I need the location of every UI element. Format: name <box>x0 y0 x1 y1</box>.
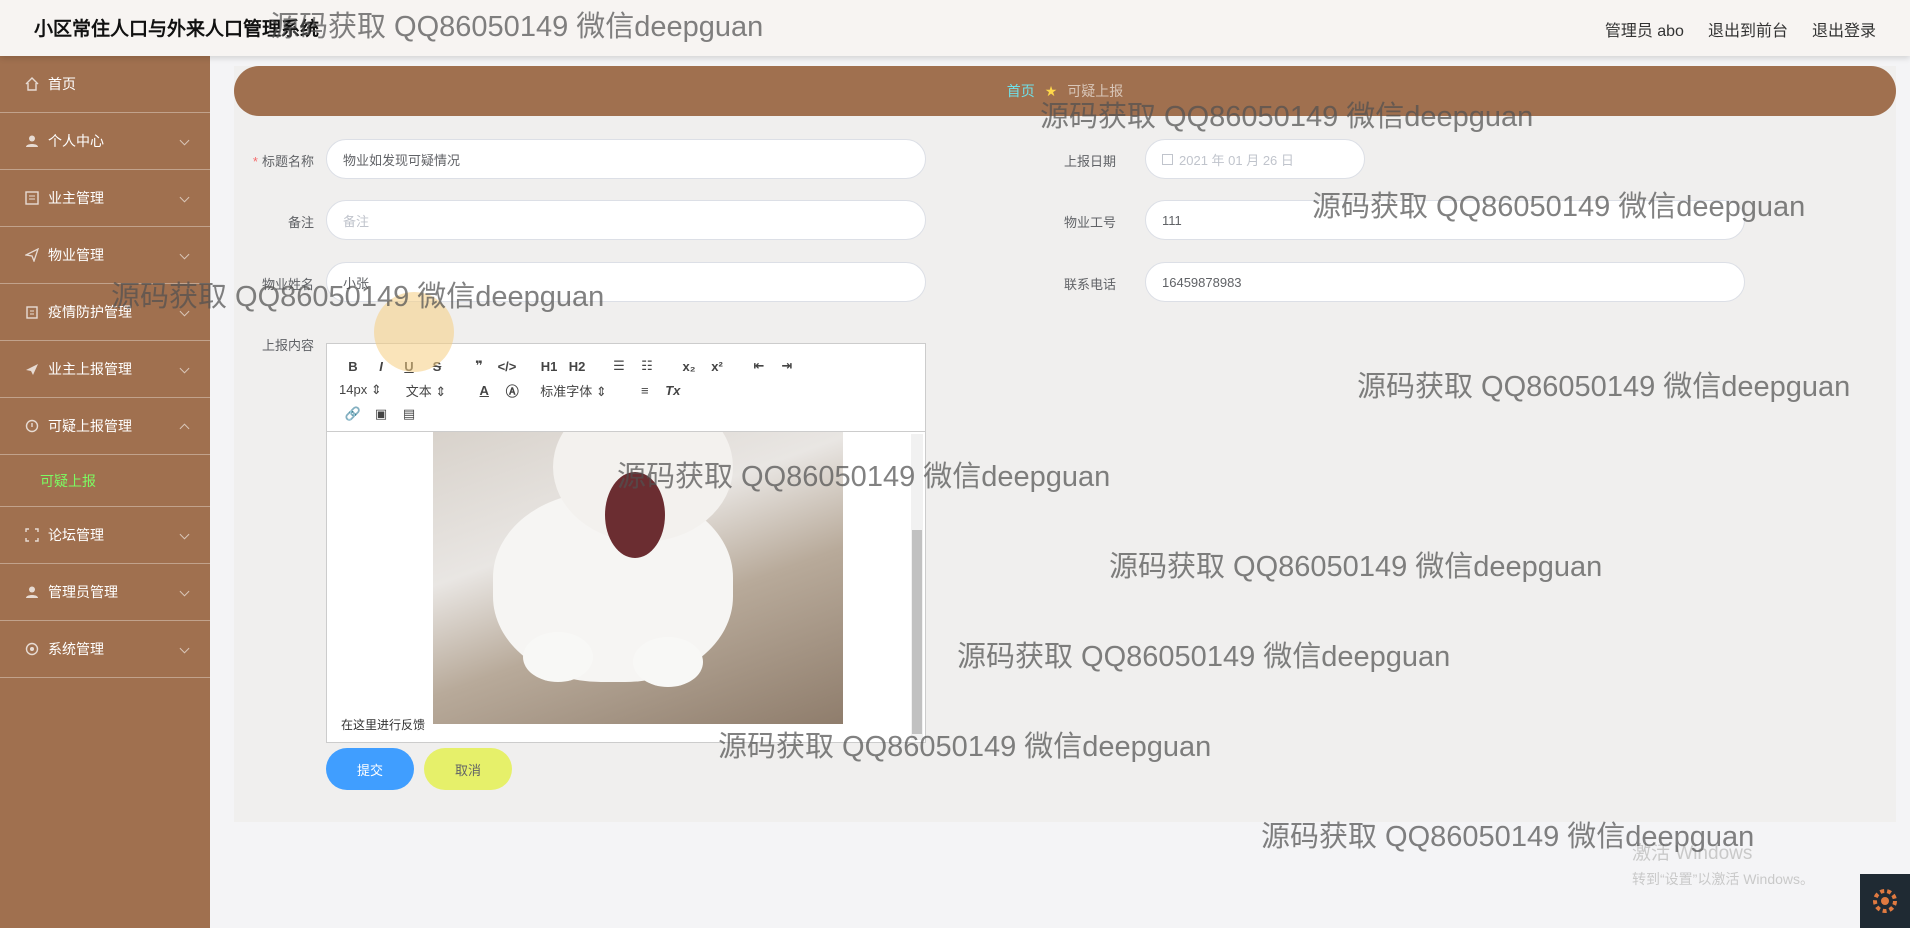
home-icon <box>24 76 40 92</box>
watermark: 源码获取 QQ86050149 微信deepguan <box>270 11 764 43</box>
font-family-select[interactable]: 标准字体 ⇕ <box>540 381 607 400</box>
sidebar-item-label: 物业管理 <box>48 247 104 263</box>
submit-button[interactable]: 提交 <box>326 748 414 790</box>
image-icon[interactable]: ▣ <box>367 406 395 422</box>
send-icon <box>24 247 40 263</box>
chevron-down-icon <box>179 249 190 260</box>
top-links: 管理员 abo 退出到前台 退出登录 <box>1605 17 1876 41</box>
watermark: 源码获取 QQ86050149 微信deepguan <box>957 641 1451 673</box>
editor-text: 在这里进行反馈 <box>341 718 426 732</box>
subscript-icon[interactable]: x₂ <box>675 359 703 374</box>
chevron-down-icon <box>179 192 190 203</box>
calendar-icon <box>1162 153 1173 165</box>
sidebar-item-admin-management[interactable]: 管理员管理 <box>0 564 210 621</box>
chevron-down-icon <box>179 586 190 597</box>
h2-icon[interactable]: H2 <box>563 359 591 374</box>
date-picker[interactable]: 2021 年 01 月 26 日 <box>1145 139 1365 179</box>
user-icon <box>24 133 40 149</box>
paragraph-select[interactable]: 文本 ⇕ <box>406 381 447 400</box>
sidebar-subitem-suspicious-report[interactable]: 可疑上报 <box>0 455 210 507</box>
content-label: 上报内容 <box>261 338 314 353</box>
code-icon[interactable]: </> <box>493 359 521 374</box>
chevron-down-icon <box>179 643 190 654</box>
bullet-list-icon[interactable]: ☷ <box>633 358 661 374</box>
settings-gear-icon[interactable] <box>1860 874 1910 928</box>
sidebar-item-suspicious-report-management[interactable]: 可疑上报管理 <box>0 398 210 455</box>
sidebar-item-label: 个人中心 <box>48 133 104 149</box>
sidebar-item-home[interactable]: 首页 <box>0 56 210 113</box>
sidebar-item-owner-report-management[interactable]: 业主上报管理 <box>0 341 210 398</box>
watermark: 源码获取 QQ86050149 微信deepguan <box>1109 551 1603 583</box>
admin-icon <box>24 584 40 600</box>
ordered-list-icon[interactable]: ☰ <box>605 358 633 374</box>
sidebar-item-label: 管理员管理 <box>48 584 118 600</box>
watermark: 源码获取 QQ86050149 微信deepguan <box>1357 371 1851 403</box>
title-input[interactable]: 物业如发现可疑情况 <box>326 139 926 179</box>
sidebar-item-label: 业主上报管理 <box>48 361 132 377</box>
list-icon <box>24 190 40 206</box>
activation-subtitle: 转到“设置”以激活 Windows。 <box>1632 871 1815 887</box>
clear-format-icon[interactable]: Tx <box>659 383 687 398</box>
align-icon[interactable]: ≡ <box>631 383 659 398</box>
sidebar-item-personal-center[interactable]: 个人中心 <box>0 113 210 170</box>
bold-icon[interactable]: B <box>339 359 367 374</box>
watermark: 源码获取 QQ86050149 微信deepguan <box>1040 101 1534 133</box>
watermark: 源码获取 QQ86050149 微信deepguan <box>1312 191 1806 223</box>
sidebar: 首页 个人中心 业主管理 物业管理 疫情防护管理 业主上报管理 可疑上报管理 可… <box>0 56 210 928</box>
date-label: 上报日期 <box>1063 154 1116 169</box>
chevron-down-icon <box>179 363 190 374</box>
breadcrumb-home[interactable]: 首页 <box>1007 81 1035 101</box>
sidebar-item-label: 可疑上报管理 <box>48 418 132 434</box>
phone-input[interactable]: 16459878983 <box>1145 262 1745 302</box>
chevron-down-icon <box>179 135 190 146</box>
remark-label: 备注 <box>287 215 314 230</box>
watermark: 源码获取 QQ86050149 微信deepguan <box>718 731 1212 763</box>
background-color-icon[interactable]: Ⓐ <box>498 381 526 400</box>
outdent-icon[interactable]: ⇤ <box>745 358 773 374</box>
sidebar-item-label: 论坛管理 <box>48 527 104 543</box>
forum-icon <box>24 527 40 543</box>
indent-icon[interactable]: ⇥ <box>773 358 801 374</box>
shield-icon <box>24 304 40 320</box>
sidebar-item-owner-management[interactable]: 业主管理 <box>0 170 210 227</box>
date-value: 2021 年 01 月 26 日 <box>1179 152 1294 168</box>
font-color-icon[interactable]: A <box>470 383 498 398</box>
main-content: 首页 ★ 可疑上报 * 标题名称 物业如发现可疑情况 备注 备注 物业姓名 小张 … <box>234 66 1896 822</box>
font-size-select[interactable]: 14px ⇕ <box>339 382 382 398</box>
plane-icon <box>24 361 40 377</box>
sidebar-item-label: 系统管理 <box>48 641 104 657</box>
staff-id-label: 物业工号 <box>1063 215 1116 230</box>
superscript-icon[interactable]: x² <box>703 359 731 374</box>
sidebar-item-label: 业主管理 <box>48 190 104 206</box>
cancel-button[interactable]: 取消 <box>424 748 512 790</box>
chevron-down-icon <box>179 529 190 540</box>
title-label: * 标题名称 <box>252 154 314 169</box>
remark-input[interactable]: 备注 <box>326 200 926 240</box>
sidebar-item-label: 首页 <box>48 76 76 92</box>
logout-link[interactable]: 退出登录 <box>1812 17 1876 41</box>
sidebar-item-forum-management[interactable]: 论坛管理 <box>0 507 210 564</box>
sidebar-item-system-management[interactable]: 系统管理 <box>0 621 210 678</box>
h1-icon[interactable]: H1 <box>535 359 563 374</box>
gear-icon <box>24 641 40 657</box>
phone-label: 联系电话 <box>1063 277 1116 292</box>
link-icon[interactable]: 🔗 <box>339 406 367 422</box>
watermark: 源码获取 QQ86050149 微信deepguan <box>1261 821 1755 853</box>
watermark: 源码获取 QQ86050149 微信deepguan <box>617 461 1111 493</box>
video-icon[interactable]: ▤ <box>395 406 423 422</box>
watermark: 源码获取 QQ86050149 微信deepguan <box>111 281 605 313</box>
quote-icon[interactable]: ❞ <box>465 358 493 374</box>
chevron-up-icon <box>179 423 190 434</box>
warning-icon <box>24 418 40 434</box>
admin-user-label[interactable]: 管理员 abo <box>1605 17 1684 41</box>
exit-to-front-link[interactable]: 退出到前台 <box>1708 17 1788 41</box>
rich-text-editor[interactable]: B I U S ❞ </> H1 H2 ☰ ☷ x₂ x² ⇤ ⇥ <box>326 343 926 743</box>
